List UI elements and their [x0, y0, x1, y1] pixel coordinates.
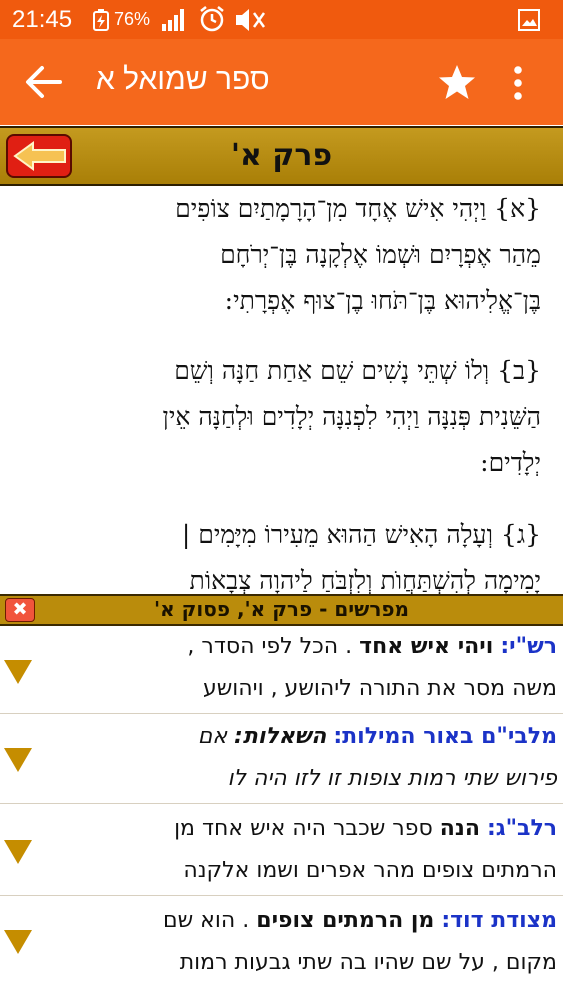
more-options-icon[interactable]	[511, 66, 525, 100]
verse-line: בֶּן־אֱלִיהוּא בֶּן־תֹּחוּ בֶן־צוּף אֶפְ…	[224, 286, 541, 315]
alarm-icon	[200, 6, 224, 32]
commentary-headword: השאלות:	[234, 724, 327, 749]
verse-line: {ג} וְעָלָה הָאִישׁ הַהוּא מֵעִירוֹ מִיָ…	[181, 520, 541, 549]
commentary-author: רש"י:	[500, 634, 557, 659]
commentary-malbim[interactable]: מלבי"ם באור המילות: השאלות: אם פירוש שתי…	[0, 714, 563, 804]
commentary-text: ספר שכבר היה איש אחד מן	[174, 816, 433, 841]
commentary-rashi[interactable]: רש"י: ויהי איש אחד . הכל לפי הסדר , משה …	[0, 626, 563, 714]
app-title: ספר שמואל א	[96, 63, 270, 96]
battery-percent: 76%	[114, 9, 151, 29]
commentary-ralbag[interactable]: רלב"ג: הנה ספר שכבר היה איש אחד מן הרמתי…	[0, 804, 563, 896]
verse-3: {ג} וְעָלָה הָאִישׁ הַהוּא מֵעִירוֹ מִיָ…	[21, 512, 541, 594]
status-time: 21:45	[12, 6, 73, 33]
verses-pane[interactable]: {א} וַיְהִי אִישׁ אֶחָד מִן־הָרָמָתַיִם …	[0, 186, 563, 594]
commentary-line: מצודת דוד: מן הרמתים צופים . הוא שם	[48, 900, 557, 942]
chapter-title: פרק א'	[230, 138, 333, 173]
commentary-headword: ויהי איש אחד	[359, 634, 494, 659]
commentary-text: . הכל לפי הסדר ,	[187, 634, 353, 659]
commentary-text: אם	[197, 724, 228, 749]
battery-charging-icon	[93, 9, 109, 31]
star-icon[interactable]	[438, 64, 476, 100]
expand-triangle-icon[interactable]	[4, 840, 32, 864]
verse-line: {ב} וְלוֹ שְׁתֵּי נָשִׁים שֵׁם אַחַת חַנ…	[174, 356, 541, 385]
expand-triangle-icon[interactable]	[4, 660, 32, 684]
commentary-headword: מן הרמתים צופים	[256, 908, 435, 933]
back-arrow-icon[interactable]	[24, 65, 64, 99]
commentary-author: מצודת דוד:	[441, 908, 557, 933]
commentary-title: מפרשים - פרק א', פסוק א'	[154, 597, 409, 621]
verse-line: יָמִימָה לְהִשְׁתַּחֲוֺת וְלִזְבֹּחַ לַי…	[189, 566, 541, 594]
chapter-header: פרק א'	[0, 126, 563, 186]
commentary-text: . הוא שם	[163, 908, 250, 933]
commentary-author: רלב"ג:	[486, 816, 557, 841]
app-bar: ספר שמואל א	[0, 39, 563, 125]
commentary-line: מלבי"ם באור המילות: השאלות: אם	[48, 716, 557, 758]
verse-line: הַשֵּׁנִית פְּנִנָּה וַיְהִי לִפְנִנָּה …	[162, 402, 541, 431]
status-bar: 21:45 76%	[0, 0, 563, 39]
commentary-author: מלבי"ם באור המילות:	[333, 724, 557, 749]
verse-2: {ב} וְלוֹ שְׁתֵּי נָשִׁים שֵׁם אַחַת חַנ…	[21, 348, 541, 486]
mute-icon	[236, 9, 266, 31]
commentary-line: מקום , על שם שהיו בה שתי גבעות רמות	[179, 950, 557, 975]
commentary-line: פירוש שתי רמות צופות זו לזו היה לו	[227, 766, 557, 791]
commentary-line: רש"י: ויהי איש אחד . הכל לפי הסדר ,	[48, 626, 557, 668]
commentary-line: משה מסר את התורה ליהושע , ויהושע	[202, 676, 557, 701]
commentary-header: ✖ מפרשים - פרק א', פסוק א'	[0, 594, 563, 626]
expand-triangle-icon[interactable]	[4, 748, 32, 772]
signal-icon	[162, 9, 184, 31]
commentary-line: רלב"ג: הנה ספר שכבר היה איש אחד מן	[48, 808, 557, 850]
commentary-headword: הנה	[439, 816, 480, 841]
gallery-icon	[518, 9, 540, 31]
expand-triangle-icon[interactable]	[4, 930, 32, 954]
verse-line: יְלָדִים:	[480, 448, 541, 477]
commentary-line: הרמתים צופים מהר אפרים ושמו אלקנה	[183, 858, 557, 883]
commentary-metzudat-david[interactable]: מצודת דוד: מן הרמתים צופים . הוא שם מקום…	[0, 896, 563, 1000]
verse-1: {א} וַיְהִי אִישׁ אֶחָד מִן־הָרָמָתַיִם …	[21, 186, 541, 324]
verse-line: מֵהַר אֶפְרָיִם וּשְׁמוֹ אֶלְקָנָה בֶּן־…	[220, 240, 541, 269]
verse-line: {א} וַיְהִי אִישׁ אֶחָד מִן־הָרָמָתַיִם …	[175, 194, 541, 223]
